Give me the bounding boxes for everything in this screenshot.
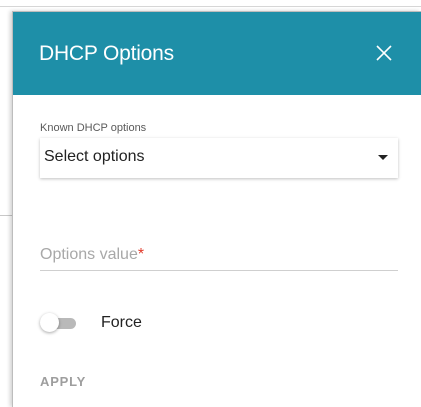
known-dhcp-options-select[interactable]: Select options [40,138,398,178]
close-icon [376,45,392,61]
close-button[interactable] [371,40,397,66]
known-dhcp-options-label: Known DHCP options [40,122,147,134]
force-toggle[interactable] [40,313,78,333]
backdrop-divider-left [0,215,12,216]
force-label: Force [101,314,142,331]
select-value: Select options [44,148,145,165]
toggle-knob [40,313,59,332]
dialog-header: DHCP Options [13,12,421,95]
caret-down-icon [378,155,388,160]
options-value-label: Options value* [40,246,144,264]
options-value-field[interactable]: Options value* [40,240,398,271]
required-mark: * [137,246,145,263]
dhcp-options-dialog: DHCP Options Known DHCP options Select o… [12,11,421,407]
apply-button[interactable]: APPLY [40,374,86,389]
dialog-title: DHCP Options [39,42,174,65]
backdrop-divider [0,6,421,7]
options-value-label-text: Options value [40,246,138,263]
